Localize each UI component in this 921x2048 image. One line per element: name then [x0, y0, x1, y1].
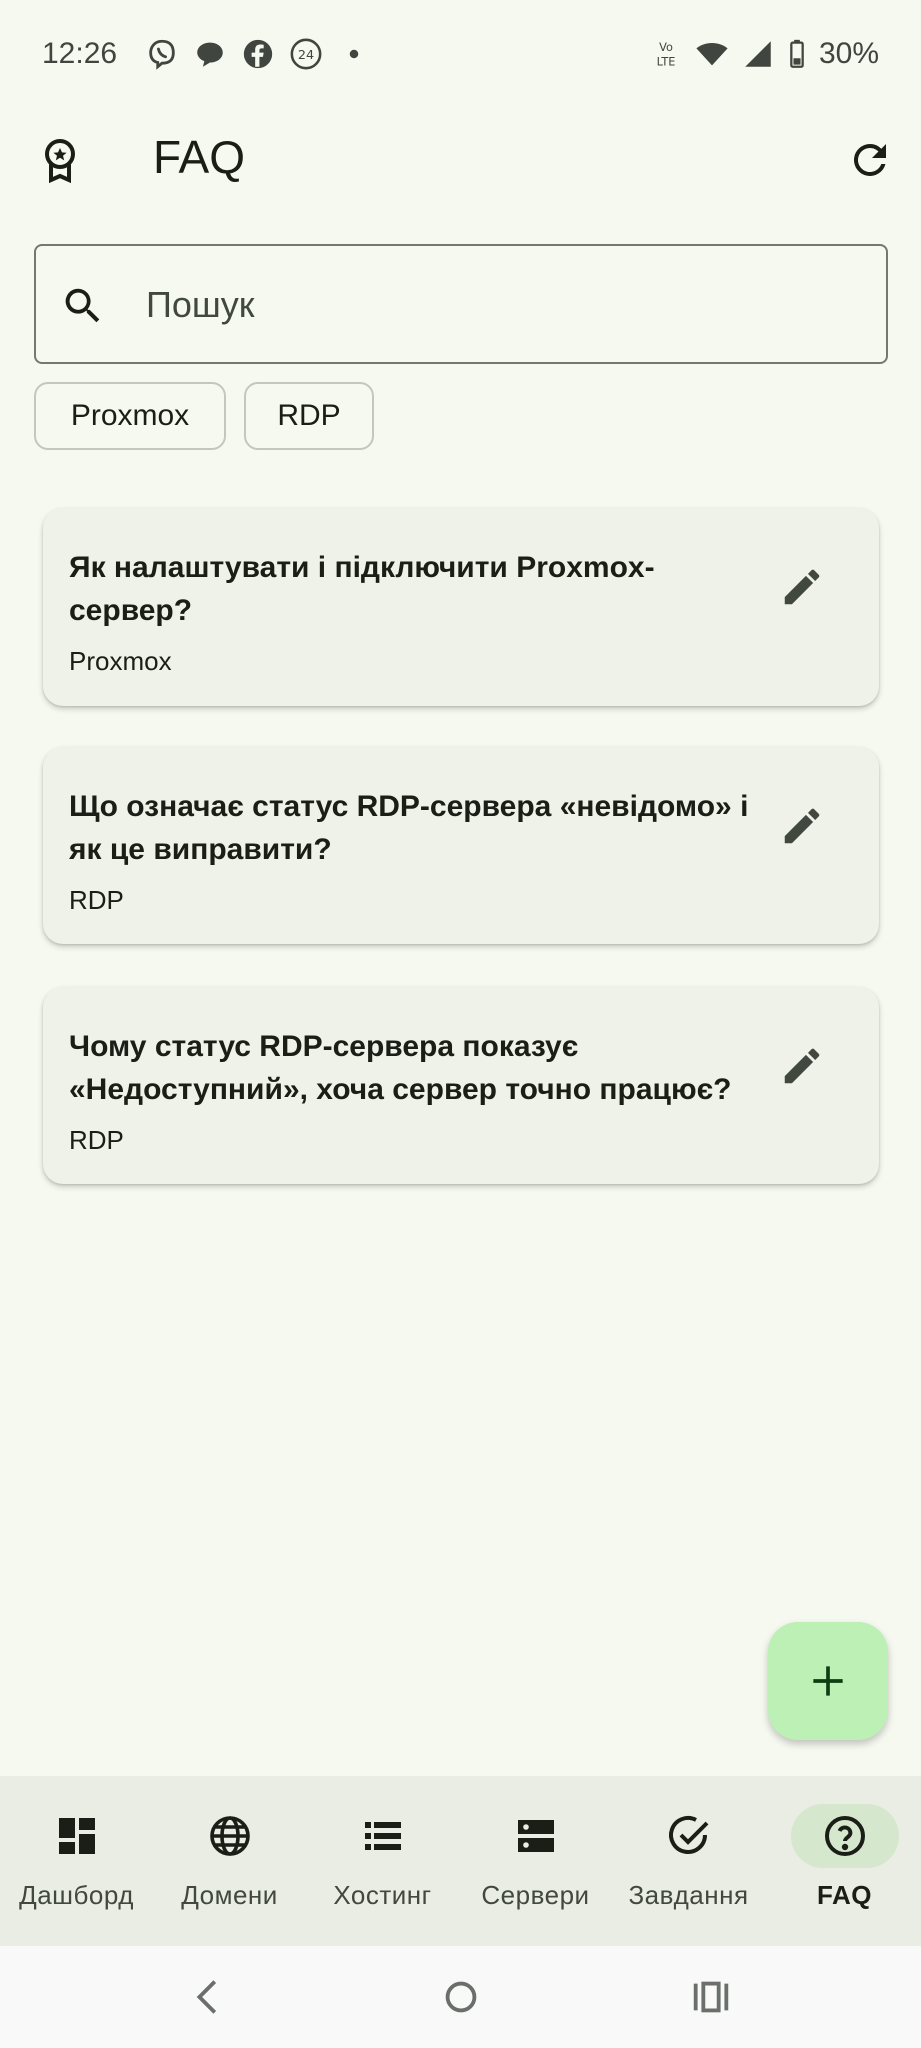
status-time: 12:26 [42, 37, 118, 70]
search-input[interactable]: Пошук [34, 244, 888, 364]
edit-button[interactable] [779, 564, 825, 610]
nav-item-faq[interactable]: FAQ [768, 1776, 921, 1946]
battery-percent: 30% [818, 37, 879, 70]
signal-icon [741, 37, 775, 71]
nav-label: Домени [181, 1880, 278, 1910]
battery-icon [787, 37, 807, 71]
add-faq-button[interactable] [768, 1622, 888, 1740]
faq-card[interactable]: Що означає статус RDP-сервера «невідомо»… [43, 747, 879, 944]
nav-item-tasks[interactable]: Завдання [612, 1776, 765, 1946]
task-check-icon [635, 1804, 743, 1868]
faq-question: Як налаштувати і підключити Proxmox-серв… [69, 551, 655, 627]
filter-chip-rdp[interactable]: RDP [244, 382, 374, 450]
refresh-button[interactable] [846, 136, 894, 184]
edit-button[interactable] [779, 803, 825, 849]
faq-card[interactable]: Як налаштувати і підключити Proxmox-серв… [43, 508, 879, 706]
recents-icon[interactable] [688, 1974, 734, 2020]
edit-button[interactable] [779, 1043, 825, 1089]
svg-text:Vo: Vo [659, 40, 673, 54]
nav-item-dashboard[interactable]: Дашборд [0, 1776, 153, 1946]
nav-item-domains[interactable]: Домени [153, 1776, 306, 1946]
status-bar: 12:26 24 Vo LTE 30% [0, 0, 921, 108]
nav-label: Хостинг [333, 1880, 432, 1910]
home-icon[interactable] [438, 1974, 484, 2020]
plus-icon [813, 1666, 843, 1696]
refresh-icon [853, 143, 886, 176]
facebook-icon [241, 37, 275, 71]
edit-icon [784, 569, 820, 605]
faq-tag: RDP [69, 1125, 124, 1155]
dashboard-icon [23, 1804, 131, 1868]
faq-card[interactable]: Чому статус RDP-сервера показує «Недосту… [43, 987, 879, 1184]
faq-tag: RDP [69, 885, 124, 915]
search-placeholder: Пошук [146, 284, 255, 325]
dot-icon [337, 37, 371, 71]
nav-label: Завдання [628, 1880, 749, 1910]
top-app-bar: FAQ [0, 118, 921, 202]
system-navigation-bar [0, 1946, 921, 2048]
bottom-navigation: Дашборд Домени Хостинг Сервери Завдання [0, 1776, 921, 1946]
nav-item-hosting[interactable]: Хостинг [306, 1776, 459, 1946]
help-circle-icon [791, 1804, 899, 1868]
nav-label: Дашборд [19, 1880, 134, 1910]
volte-icon: Vo LTE [649, 37, 683, 71]
back-icon[interactable] [186, 1974, 232, 2020]
nav-label: FAQ [817, 1880, 872, 1910]
edit-icon [784, 808, 820, 844]
page-title: FAQ [153, 131, 246, 183]
viber-icon [145, 37, 179, 71]
svg-text:24: 24 [298, 48, 314, 63]
faq-question: Чому статус RDP-сервера показує «Недосту… [69, 1030, 732, 1106]
news24-icon: 24 [289, 37, 323, 71]
globe-icon [176, 1804, 284, 1868]
filter-chip-proxmox[interactable]: Proxmox [34, 382, 226, 450]
svg-text:LTE: LTE [657, 54, 676, 68]
notification-icons: 24 [145, 37, 371, 71]
edit-icon [784, 1048, 820, 1084]
system-status: Vo LTE 30% [649, 37, 879, 71]
chat-bubble-icon [193, 37, 227, 71]
search-icon [60, 283, 106, 329]
nav-item-servers[interactable]: Сервери [459, 1776, 612, 1946]
server-icon [482, 1804, 590, 1868]
award-badge-icon [36, 136, 84, 184]
screen: 12:26 24 Vo LTE 30% FAQ Пошук Proxmox RD… [0, 0, 921, 2048]
nav-label: Сервери [481, 1880, 590, 1910]
faq-tag: Proxmox [69, 646, 172, 676]
list-icon [329, 1804, 437, 1868]
wifi-icon [695, 37, 729, 71]
faq-question: Що означає статус RDP-сервера «невідомо»… [69, 790, 749, 866]
